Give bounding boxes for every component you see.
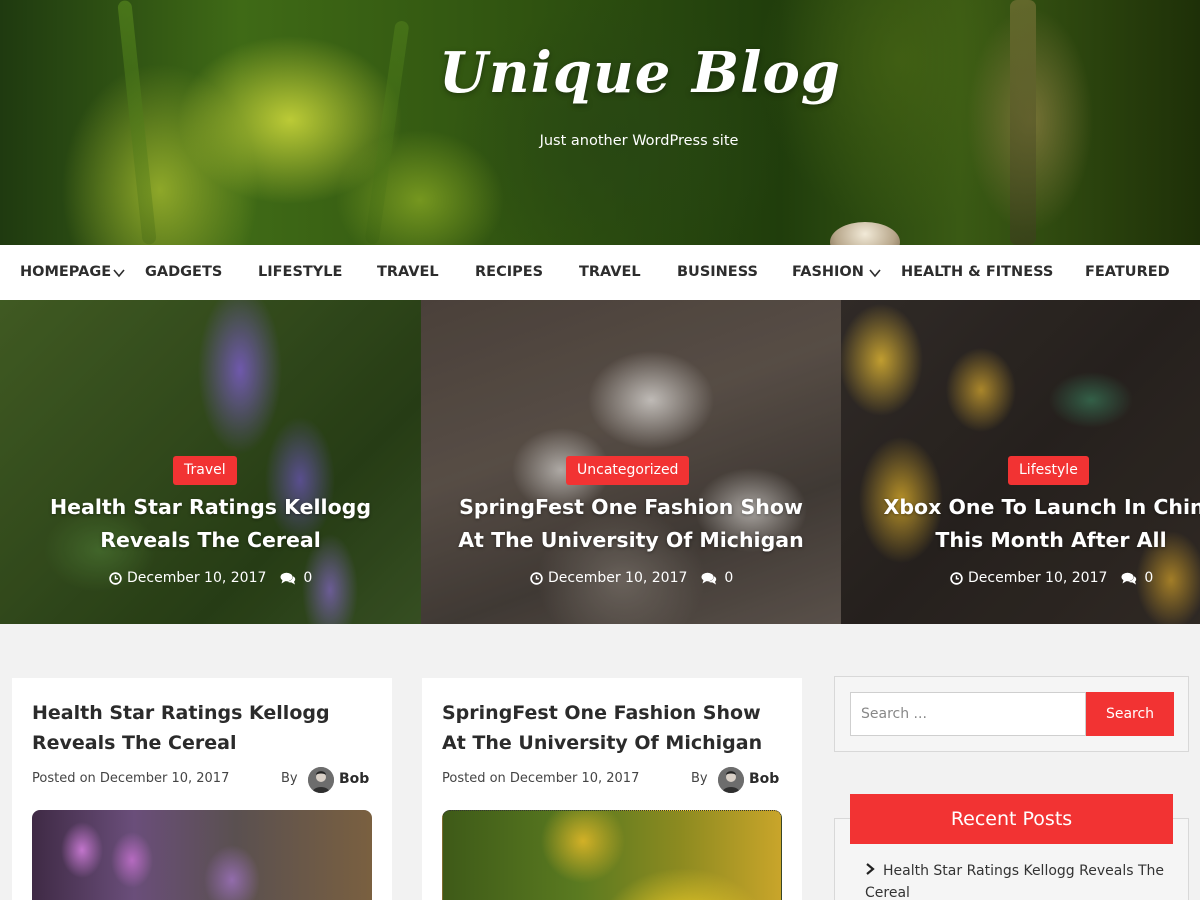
slide-date[interactable]: December 10, 2017 <box>127 570 266 586</box>
post-author[interactable]: Bob <box>339 771 369 787</box>
post-author[interactable]: Bob <box>749 771 779 787</box>
recent-post-link[interactable]: Health Star Ratings Kellogg Reveals The … <box>865 863 1164 900</box>
recent-post-item[interactable]: Health Star Ratings Kellogg Reveals The … <box>865 860 1165 900</box>
post-date[interactable]: Posted on December 10, 2017 <box>32 771 229 786</box>
slide-title[interactable]: Health Star Ratings Kellogg Reveals The … <box>0 491 421 557</box>
post-by-label: By <box>691 771 708 786</box>
nav-item-featured[interactable]: FEATURED <box>1085 264 1170 280</box>
slide-title-line[interactable]: Reveals The Cereal <box>0 524 421 557</box>
header-background-bud <box>830 222 900 245</box>
slide-comment-count[interactable]: 0 <box>1144 570 1153 586</box>
slide[interactable]: Travel Health Star Ratings Kellogg Revea… <box>0 300 421 624</box>
site-header: Unique Blog Just another WordPress site <box>0 0 1200 245</box>
category-badge[interactable]: Travel <box>173 456 237 485</box>
nav-item-fashion[interactable]: FASHION <box>792 264 864 280</box>
avatar[interactable] <box>308 767 334 793</box>
clock-icon <box>950 571 963 585</box>
comments-icon <box>1121 572 1137 585</box>
main-navigation: HOMEPAGE GADGETS LIFESTYLE TRAVEL RECIPE… <box>0 245 1200 300</box>
slide-meta: December 10, 2017 0 <box>950 570 1153 586</box>
featured-slider: Travel Health Star Ratings Kellogg Revea… <box>0 300 1200 624</box>
post-date[interactable]: Posted on December 10, 2017 <box>442 771 639 786</box>
recent-posts-heading: Recent Posts <box>850 794 1173 844</box>
nav-item-recipes[interactable]: RECIPES <box>475 264 543 280</box>
slide-comment-count[interactable]: 0 <box>303 570 312 586</box>
chevron-right-icon <box>865 863 875 875</box>
slide-title-line[interactable]: This Month After All <box>841 524 1200 557</box>
slide-title-line[interactable]: At The University Of Michigan <box>421 524 841 557</box>
nav-item-gadgets[interactable]: GADGETS <box>145 264 222 280</box>
post-title[interactable]: Health Star Ratings Kellogg Reveals The … <box>32 698 372 758</box>
chevron-down-icon[interactable] <box>113 267 125 278</box>
clock-icon <box>109 571 122 585</box>
post-card: Health Star Ratings Kellogg Reveals The … <box>12 678 392 900</box>
slide-title-line[interactable]: Health Star Ratings Kellogg <box>0 491 421 524</box>
slide-date[interactable]: December 10, 2017 <box>548 570 687 586</box>
slide[interactable]: Uncategorized SpringFest One Fashion Sho… <box>421 300 841 624</box>
slide-title-line[interactable]: Xbox One To Launch In China <box>841 491 1200 524</box>
post-card: SpringFest One Fashion Show At The Unive… <box>422 678 802 900</box>
nav-item-lifestyle[interactable]: LIFESTYLE <box>258 264 342 280</box>
slide-title[interactable]: Xbox One To Launch In China This Month A… <box>841 491 1200 557</box>
nav-item-travel-2[interactable]: TRAVEL <box>579 264 641 280</box>
nav-item-health-fitness[interactable]: HEALTH & FITNESS <box>901 264 1053 280</box>
header-background-stalk <box>1010 0 1036 245</box>
slide-meta: December 10, 2017 0 <box>530 570 733 586</box>
site-tagline: Just another WordPress site <box>539 133 739 149</box>
search-button[interactable]: Search <box>1086 692 1174 736</box>
slide[interactable]: Lifestyle Xbox One To Launch In China Th… <box>841 300 1200 624</box>
nav-item-homepage[interactable]: HOMEPAGE <box>20 264 111 280</box>
comments-icon <box>701 572 717 585</box>
header-background-stalk <box>117 0 157 245</box>
nav-item-business[interactable]: BUSINESS <box>677 264 758 280</box>
clock-icon <box>530 571 543 585</box>
slide-title[interactable]: SpringFest One Fashion Show At The Unive… <box>421 491 841 557</box>
slide-comment-count[interactable]: 0 <box>724 570 733 586</box>
slide-title-line[interactable]: SpringFest One Fashion Show <box>421 491 841 524</box>
slide-date[interactable]: December 10, 2017 <box>968 570 1107 586</box>
category-badge[interactable]: Uncategorized <box>566 456 690 485</box>
site-title[interactable]: Unique Blog <box>0 40 1200 106</box>
category-badge[interactable]: Lifestyle <box>1008 456 1089 485</box>
search-input[interactable] <box>850 692 1086 736</box>
slide-meta: December 10, 2017 0 <box>109 570 312 586</box>
avatar[interactable] <box>718 767 744 793</box>
nav-item-travel[interactable]: TRAVEL <box>377 264 439 280</box>
post-by-label: By <box>281 771 298 786</box>
comments-icon <box>280 572 296 585</box>
post-thumbnail[interactable] <box>32 810 372 900</box>
post-title[interactable]: SpringFest One Fashion Show At The Unive… <box>442 698 782 758</box>
search-widget: Search <box>834 676 1189 752</box>
chevron-down-icon[interactable] <box>869 267 881 278</box>
post-thumbnail[interactable] <box>442 810 782 900</box>
